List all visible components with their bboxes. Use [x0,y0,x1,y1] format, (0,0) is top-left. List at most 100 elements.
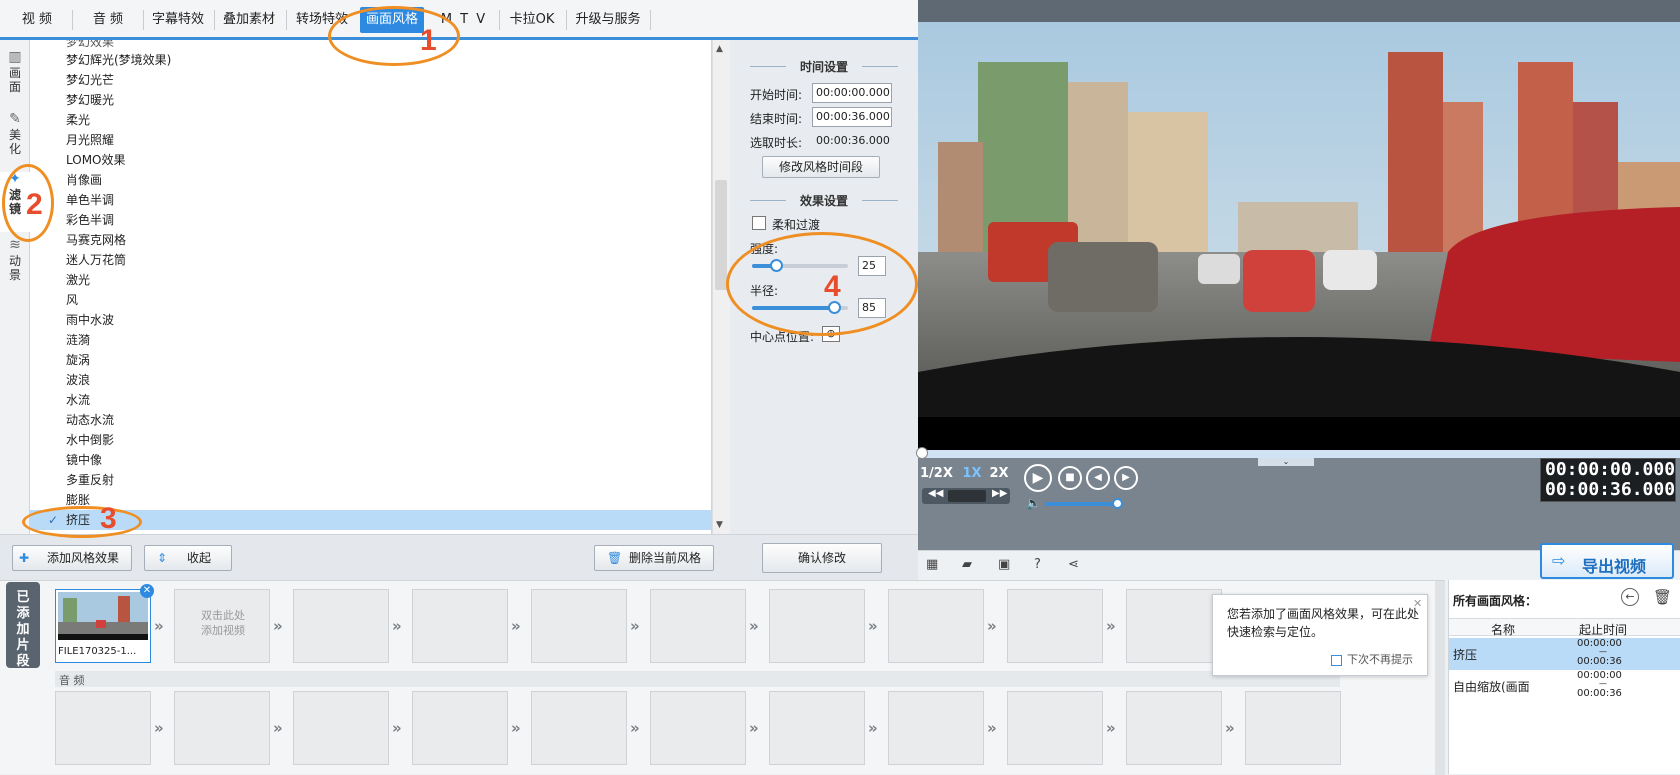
empty-video-slot[interactable] [412,589,508,663]
next-frame-button[interactable]: ▶ [1114,466,1138,490]
style-row[interactable]: 挤压 00:00:00 — 00:00:36 [1449,638,1680,670]
tab-overlay-materials[interactable]: 叠加素材 [218,7,280,33]
tab-karaoke[interactable]: 卡拉OK [504,7,560,33]
empty-video-slot[interactable] [769,589,865,663]
export-video-button[interactable]: ⇨ 导出视频 [1540,543,1674,579]
list-item[interactable]: LOMO效果 [66,150,126,170]
open-folder-icon[interactable]: ▰ [962,557,972,572]
list-item[interactable]: 波浪 [66,370,90,390]
save-icon[interactable]: ▣ [998,557,1010,572]
audio-slot[interactable] [769,691,865,765]
collapse-button[interactable]: ⇕ 收起 [144,545,232,571]
share-icon[interactable]: ⋖ [1068,557,1079,572]
trash-icon[interactable]: 🗑 [1653,588,1672,606]
empty-video-slot[interactable] [888,589,984,663]
scroll-thumb[interactable] [715,180,727,290]
audio-slot[interactable] [1245,691,1341,765]
audio-slot[interactable] [531,691,627,765]
fast-forward-icon[interactable]: ▶▶ [992,488,1007,499]
list-item[interactable]: 雨中水波 [66,310,114,330]
style-row[interactable]: 自由缩放(画面 00:00:00 — 00:00:36 [1449,670,1680,702]
seek-bar[interactable] [916,447,1680,459]
speed-2x-button[interactable]: 2X [986,464,1012,484]
divider [862,66,898,67]
rewind-icon[interactable]: ◀◀ [928,488,943,499]
seek-knob[interactable] [916,447,928,459]
play-button[interactable]: ▶ [1024,464,1052,492]
frame-step-control[interactable]: ◀◀ ▶▶ [922,488,1010,504]
tooltip-popup: 您若添加了画面风格效果，可在此处快速检索与定位。 ✕ 下次不再提示 [1212,594,1428,676]
audio-slot[interactable] [174,691,270,765]
volume-knob[interactable] [1112,498,1123,509]
stop-button[interactable]: ■ [1058,466,1082,490]
audio-slot[interactable] [888,691,984,765]
list-item[interactable]: 多重反射 [66,470,114,490]
empty-video-slot[interactable] [650,589,746,663]
close-icon[interactable]: ✕ [140,584,154,598]
audio-slot[interactable] [1126,691,1222,765]
empty-video-slot[interactable] [531,589,627,663]
video-clip[interactable]: FILE170325-1... ✕ [55,584,154,663]
total-time: 00:00:36.000 [1545,479,1676,500]
chevron-right-icon: » [511,719,521,737]
audio-slot[interactable] [650,691,746,765]
list-item[interactable]: 激光 [66,270,90,290]
list-item[interactable]: 梦幻辉光(梦境效果) [66,50,171,70]
tab-separator [286,10,287,30]
list-item[interactable]: 风 [66,290,78,310]
previous-frame-button[interactable]: ◀ [1086,466,1110,490]
locate-icon[interactable]: ← [1621,588,1639,606]
empty-video-slot[interactable] [1007,589,1103,663]
audio-slot[interactable] [55,691,151,765]
list-item[interactable]: 动态水流 [66,410,114,430]
add-style-effect-button[interactable]: ✚ 添加风格效果 [12,545,132,571]
list-item[interactable]: 单色半调 [66,190,114,210]
audio-slot[interactable] [1007,691,1103,765]
speed-half-button[interactable]: 1/2X [920,464,956,484]
list-item[interactable]: 梦幻暖光 [66,90,114,110]
list-item[interactable]: 镜中像 [66,450,102,470]
list-item[interactable]: 迷人万花筒 [66,250,126,270]
close-icon[interactable]: ✕ [1413,597,1422,610]
tab-video[interactable]: 视 频 [12,7,62,33]
audio-slot[interactable] [412,691,508,765]
tab-subtitle-effects[interactable]: 字幕特效 [148,7,208,33]
list-item[interactable]: 水流 [66,390,90,410]
category-picture[interactable]: ▥ 画 面 [0,50,30,100]
chevron-right-icon: » [154,719,164,737]
category-beautify[interactable]: ✎ 美 化 [0,112,30,162]
list-item[interactable]: 梦幻光芒 [66,70,114,90]
dont-show-checkbox[interactable] [1331,655,1342,666]
end-time-field[interactable]: 00:00:36.000 [812,107,892,127]
empty-video-slot[interactable]: 双击此处 添加视频 [174,589,270,663]
smooth-transition-checkbox[interactable] [752,216,766,230]
jog-wheel[interactable] [948,490,986,502]
tab-audio[interactable]: 音 频 [80,7,136,33]
list-item[interactable]: 旋涡 [66,350,90,370]
empty-video-slot[interactable] [293,589,389,663]
list-item[interactable]: 肖像画 [66,170,102,190]
speed-1x-button[interactable]: 1X [960,464,984,484]
start-time-field[interactable]: 00:00:00.000 [812,83,892,103]
list-item[interactable]: 水中倒影 [66,430,114,450]
scroll-down-icon[interactable]: ▼ [716,520,723,530]
scroll-up-icon[interactable]: ▲ [716,44,723,54]
volume-icon[interactable]: 🔈 [1026,496,1041,510]
list-item[interactable]: 月光照耀 [66,130,114,150]
list-item[interactable]: 涟漪 [66,330,90,350]
list-item[interactable]: 柔光 [66,110,90,130]
category-motion[interactable]: ≋ 动 景 [0,238,30,288]
modify-style-time-button[interactable]: 修改风格时间段 [762,156,880,178]
tab-upgrade-services[interactable]: 升级与服务 [570,7,646,33]
list-item[interactable]: 马赛克网格 [66,230,126,250]
volume-slider[interactable] [1046,498,1123,509]
empty-video-slot[interactable] [1126,589,1222,663]
help-icon[interactable]: ? [1034,557,1041,572]
confirm-modify-button[interactable]: 确认修改 [762,543,882,573]
list-item[interactable]: 彩色半调 [66,210,114,230]
timeline-scrollbar[interactable] [1435,581,1445,775]
chevron-down-icon[interactable]: ⌄ [1258,458,1314,466]
new-project-icon[interactable]: ▦ [926,557,938,572]
audio-slot[interactable] [293,691,389,765]
delete-current-style-button[interactable]: 🗑 删除当前风格 [594,545,714,571]
